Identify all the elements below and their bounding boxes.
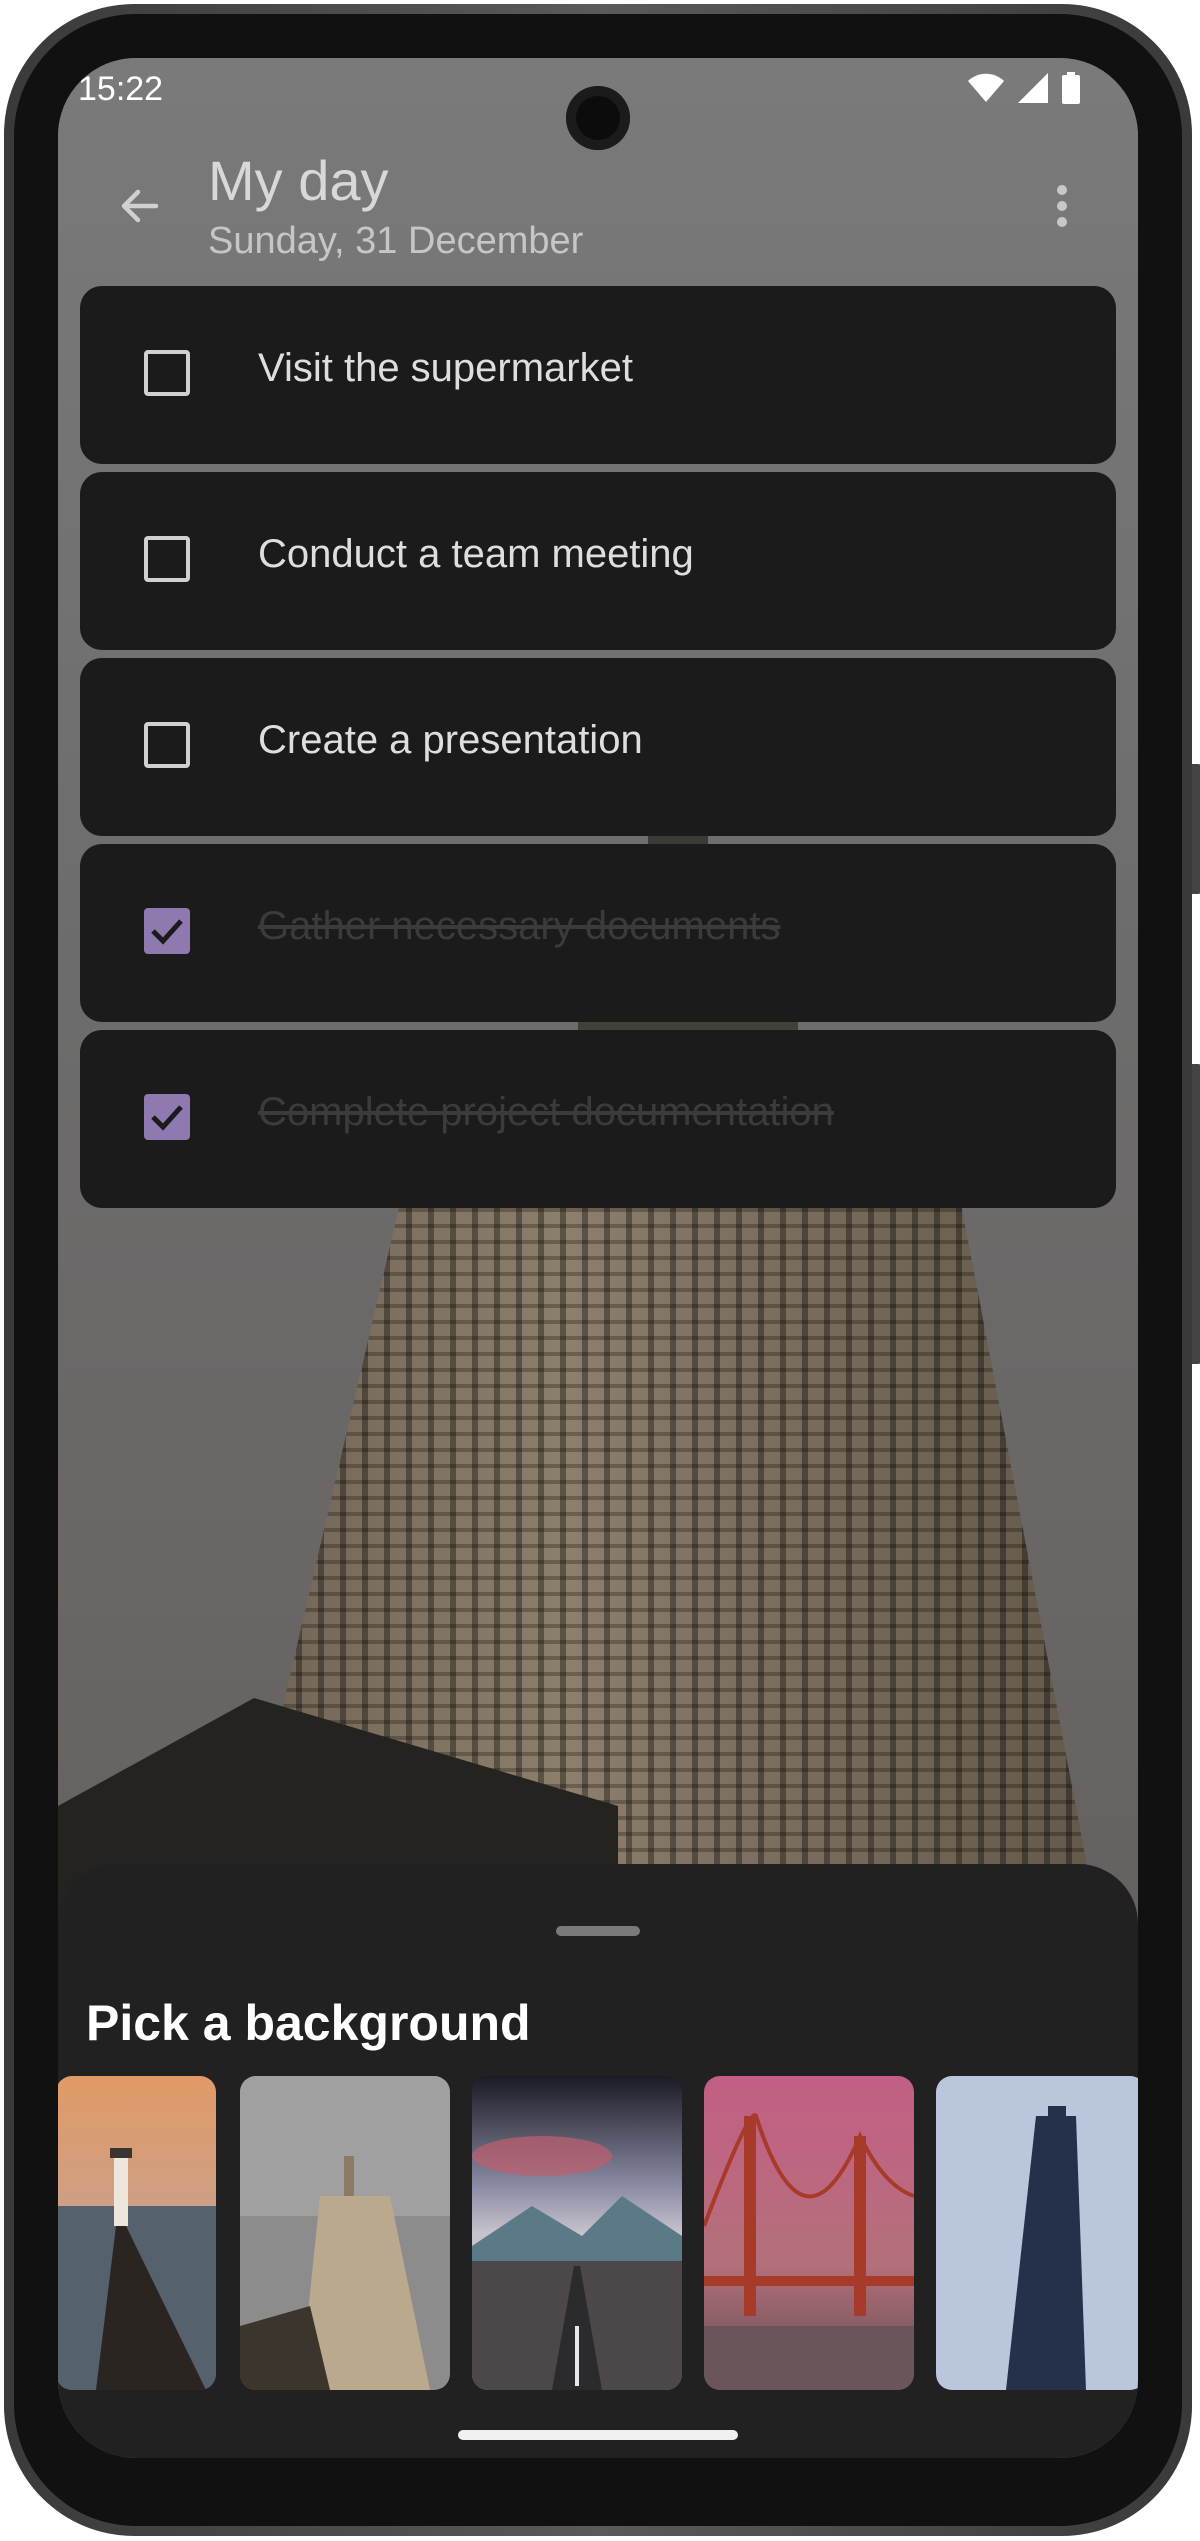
arrow-back-icon: [121, 189, 159, 223]
task-item[interactable]: Visit the supermarket: [80, 286, 1116, 464]
check-icon: [151, 1105, 183, 1131]
task-label: Gather necessary documents: [258, 904, 781, 948]
background-thumbnails[interactable]: [58, 2076, 1138, 2390]
task-item[interactable]: Conduct a team meeting: [80, 472, 1116, 650]
status-icons: [968, 72, 1080, 104]
task-item-completed[interactable]: Gather necessary documents: [80, 844, 1116, 1022]
drag-handle[interactable]: [556, 1926, 640, 1936]
volume-button: [1192, 764, 1200, 894]
thumbnail-golden-gate-bridge[interactable]: [704, 2076, 914, 2390]
page-title: My day: [208, 149, 389, 212]
thumbnail-empire-state-building[interactable]: [240, 2076, 450, 2390]
wifi-icon: [968, 73, 1004, 102]
task-label: Visit the supermarket: [258, 346, 633, 390]
task-label: Complete project documentation: [258, 1090, 834, 1134]
task-checkbox[interactable]: [144, 350, 190, 396]
task-label: Conduct a team meeting: [258, 532, 694, 576]
battery-icon: [1062, 72, 1080, 104]
task-item[interactable]: Create a presentation: [80, 658, 1116, 836]
task-item-completed[interactable]: Complete project documentation: [80, 1030, 1116, 1208]
sheet-title: Pick a background: [86, 1995, 531, 2051]
app-bar: My day Sunday, 31 December: [58, 138, 1138, 268]
back-button[interactable]: [108, 174, 172, 238]
check-icon: [151, 919, 183, 945]
status-time: 15:22: [78, 70, 164, 108]
thumbnail-lighthouse-pier[interactable]: [58, 2076, 216, 2390]
thumbnail-flatiron-building[interactable]: [936, 2076, 1138, 2390]
background-picker-sheet: Pick a background: [58, 1864, 1138, 2458]
page-subtitle-date: Sunday, 31 December: [208, 220, 584, 262]
thumbnail-mountain-road[interactable]: [472, 2076, 682, 2390]
task-checkbox-checked[interactable]: [144, 908, 190, 954]
more-options-button[interactable]: [1030, 174, 1094, 238]
gesture-nav-bar[interactable]: [458, 2430, 738, 2440]
task-checkbox-checked[interactable]: [144, 1094, 190, 1140]
task-list: Visit the supermarket Conduct a team mee…: [80, 286, 1116, 1216]
task-checkbox[interactable]: [144, 722, 190, 768]
signal-icon: [1018, 73, 1048, 103]
task-label: Create a presentation: [258, 718, 643, 762]
power-button: [1192, 1064, 1200, 1364]
screen: 15:22 My day Sunday, 31 December Visit t…: [58, 58, 1138, 2458]
more-vert-icon: [1057, 185, 1067, 227]
task-checkbox[interactable]: [144, 536, 190, 582]
